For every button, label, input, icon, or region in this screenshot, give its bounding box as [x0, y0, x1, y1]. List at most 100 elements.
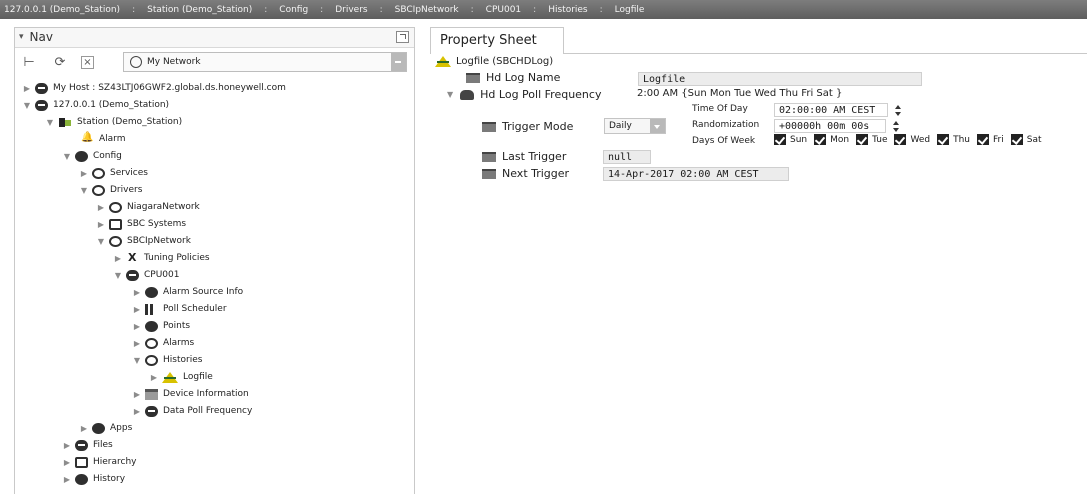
collapse-icon[interactable]: ▼ — [113, 271, 123, 280]
expand-icon[interactable]: ▶ — [132, 288, 142, 297]
last-trigger-field[interactable]: null — [603, 150, 651, 164]
expand-icon[interactable]: ▶ — [62, 458, 72, 467]
breadcrumb-separator: : — [533, 4, 537, 15]
refresh-icon[interactable]: ⟳ — [53, 56, 67, 70]
property-row-last-trigger: Last Trigger — [482, 150, 566, 163]
tab-property-sheet[interactable]: Property Sheet — [430, 27, 564, 54]
collapse-icon[interactable]: ▼ — [45, 118, 55, 127]
breadcrumb-item[interactable]: Drivers — [335, 5, 367, 15]
expand-icon[interactable]: ▶ — [96, 203, 106, 212]
tree-node-label: Alarm — [99, 134, 126, 144]
property-label: Hd Log Name — [486, 71, 561, 84]
expand-icon[interactable]: ▶ — [132, 322, 142, 331]
chevron-down-icon[interactable]: ▾ — [19, 32, 24, 42]
tree-node[interactable]: ▶ Device Information — [132, 386, 249, 402]
tree-node[interactable]: ▶ Hierarchy — [62, 454, 137, 470]
tree-node[interactable]: ▶ Points — [132, 318, 190, 334]
maximize-icon[interactable] — [396, 31, 409, 43]
tree-node[interactable]: ▶ Data Poll Frequency — [132, 403, 252, 419]
expand-icon[interactable]: ▶ — [96, 220, 106, 229]
tree-node[interactable]: ▶ Tuning Policies — [113, 250, 210, 266]
tree-node[interactable]: ▶ NiagaraNetwork — [96, 199, 200, 215]
checkbox-icon[interactable] — [977, 134, 990, 145]
day-checkbox-mon[interactable]: Mon — [814, 134, 849, 145]
network-select[interactable]: My Network — [123, 52, 407, 72]
day-label: Sun — [790, 134, 808, 145]
breadcrumb-item[interactable]: 127.0.0.1 (Demo_Station) — [4, 5, 120, 15]
station-connection-icon — [35, 99, 48, 111]
tree-node[interactable]: ▼ Station (Demo_Station) — [45, 114, 182, 130]
tree-node[interactable]: ▶ SBC Systems — [96, 216, 186, 232]
checkbox-icon[interactable] — [814, 134, 827, 145]
spinner-icon[interactable] — [894, 105, 903, 116]
checkbox-icon[interactable] — [1010, 134, 1023, 145]
breadcrumb-item[interactable]: Logfile — [615, 5, 645, 15]
day-checkbox-wed[interactable]: Wed — [894, 134, 930, 145]
close-icon[interactable]: × — [81, 56, 94, 69]
expand-icon[interactable]: ▶ — [149, 373, 159, 382]
collapse-icon[interactable]: ▼ — [79, 186, 89, 195]
collapse-icon[interactable]: ▼ — [62, 152, 72, 161]
collapse-icon[interactable]: ▼ — [22, 101, 32, 110]
collapse-icon[interactable]: ▼ — [447, 90, 453, 99]
randomization-field[interactable]: +00000h 00m 00s — [774, 119, 886, 133]
poll-frequency-value: 2:00 AM {Sun Mon Tue Wed Thu Fri Sat } — [637, 88, 843, 99]
expand-icon[interactable]: ▶ — [62, 441, 72, 450]
tree-node[interactable]: ▶ Apps — [79, 420, 132, 436]
day-checkbox-tue[interactable]: Tue — [856, 134, 887, 145]
time-of-day-field[interactable]: 02:00:00 AM CEST — [774, 103, 888, 117]
tree-node[interactable]: ▶ Logfile — [149, 369, 213, 385]
expand-icon[interactable]: ▶ — [132, 339, 142, 348]
breadcrumb-item[interactable]: Station (Demo_Station) — [147, 5, 252, 15]
tree-node[interactable]: Alarm — [81, 131, 125, 147]
expand-icon[interactable]: ▶ — [22, 84, 32, 93]
days-of-week-label: Days Of Week — [692, 136, 756, 146]
expand-icon[interactable]: ▶ — [132, 407, 142, 416]
day-checkbox-sun[interactable]: Sun — [774, 134, 807, 145]
tree-node[interactable]: ▼ Config — [62, 148, 122, 164]
collapse-icon[interactable]: ▼ — [96, 237, 106, 246]
tree-icon[interactable]: ⊢ — [22, 56, 36, 70]
expand-icon[interactable]: ▶ — [132, 305, 142, 314]
nav-tab[interactable]: ▾ Nav — [19, 30, 53, 44]
day-checkbox-thu[interactable]: Thu — [937, 134, 970, 145]
tree-node[interactable]: ▶ Poll Scheduler — [132, 301, 227, 317]
tree-node[interactable]: ▼ CPU001 — [113, 267, 179, 283]
tree-node[interactable]: ▼ Histories — [132, 352, 202, 368]
chevron-down-icon[interactable] — [650, 119, 665, 133]
checkbox-icon[interactable] — [894, 134, 907, 145]
apps-icon — [92, 422, 105, 434]
next-trigger-field[interactable]: 14-Apr-2017 02:00 AM CEST — [603, 167, 789, 181]
tree-node[interactable]: ▼ 127.0.0.1 (Demo_Station) — [22, 97, 169, 113]
tree-node[interactable]: ▼ SBCIpNetwork — [96, 233, 191, 249]
tree-node[interactable]: ▼ Drivers — [79, 182, 142, 198]
property-row-poll-frequency[interactable]: ▼ Hd Log Poll Frequency — [447, 88, 601, 101]
chevron-down-icon[interactable] — [391, 53, 406, 71]
tree-node[interactable]: ▶ Services — [79, 165, 148, 181]
expand-icon[interactable]: ▶ — [132, 390, 142, 399]
expand-icon[interactable]: ▶ — [79, 169, 89, 178]
property-root[interactable]: Logfile (SBCHDLog) — [435, 56, 553, 67]
expand-icon[interactable]: ▶ — [113, 254, 123, 263]
collapse-icon[interactable]: ▼ — [132, 356, 142, 365]
day-checkbox-sat[interactable]: Sat — [1010, 134, 1042, 145]
breadcrumb-item[interactable]: CPU001 — [486, 5, 521, 15]
breadcrumb-item[interactable]: Histories — [548, 5, 587, 15]
tree-node-label: Apps — [110, 423, 133, 433]
trigger-mode-select[interactable]: Daily — [604, 118, 666, 134]
tree-node[interactable]: ▶ History — [62, 471, 125, 487]
checkbox-icon[interactable] — [937, 134, 950, 145]
expand-icon[interactable]: ▶ — [79, 424, 89, 433]
breadcrumb-item[interactable]: Config — [279, 5, 308, 15]
expand-icon[interactable]: ▶ — [62, 475, 72, 484]
checkbox-icon[interactable] — [774, 134, 786, 145]
log-name-field[interactable]: Logfile — [638, 72, 922, 86]
tree-node[interactable]: ▶ My Host : SZ43LTJ06GWF2.global.ds.hone… — [22, 80, 286, 96]
breadcrumb-item[interactable]: SBCIpNetwork — [395, 5, 459, 15]
tree-node[interactable]: ▶ Alarms — [132, 335, 194, 351]
tree-node[interactable]: ▶ Files — [62, 437, 113, 453]
tree-node[interactable]: ▶ Alarm Source Info — [132, 284, 243, 300]
checkbox-icon[interactable] — [856, 134, 869, 145]
day-checkbox-fri[interactable]: Fri — [977, 134, 1004, 145]
spinner-icon[interactable] — [892, 121, 901, 132]
